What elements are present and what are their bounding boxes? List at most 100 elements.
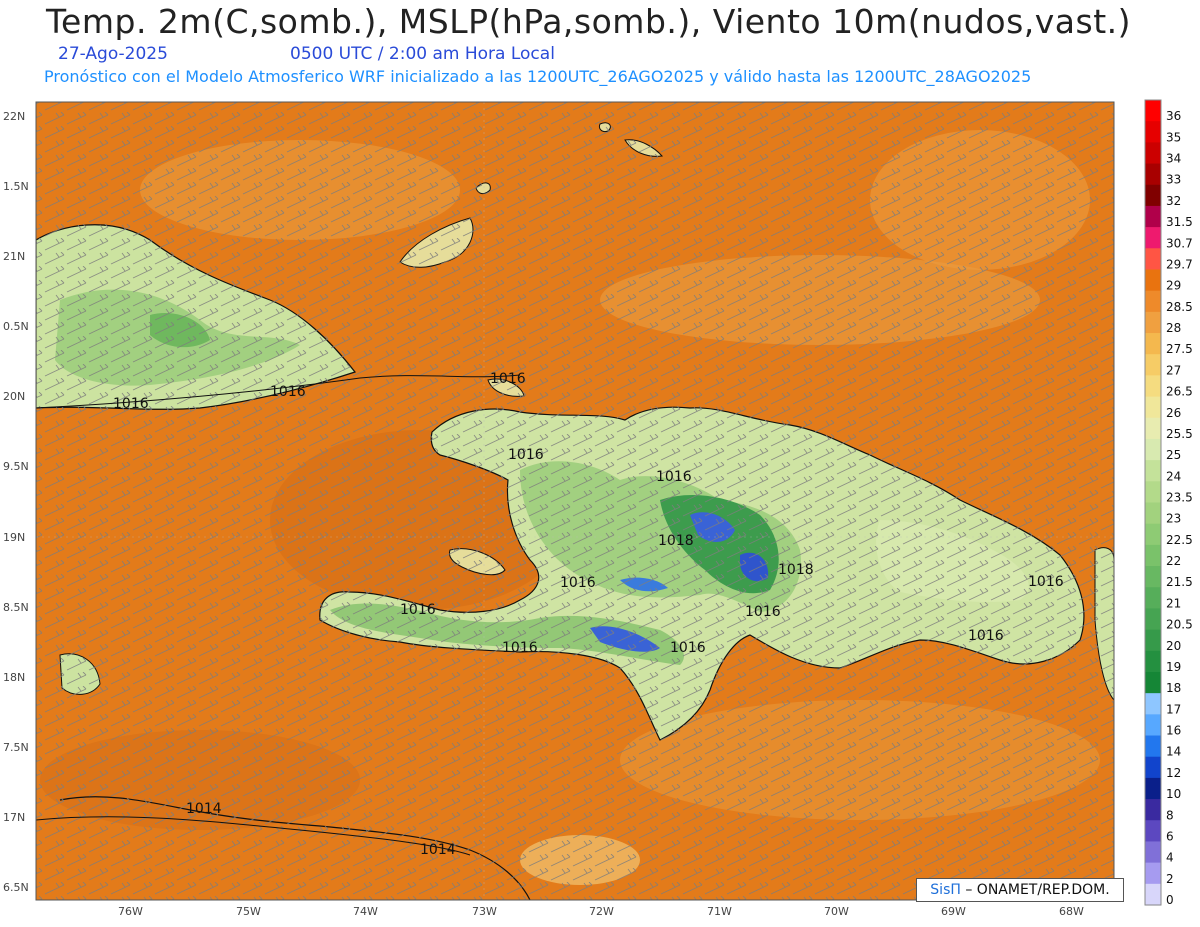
colorbar-label: 14 <box>1166 745 1181 759</box>
colorbar-label: 24 <box>1166 469 1181 483</box>
isobar-label: 1018 <box>658 533 694 549</box>
colorbar-swatch <box>1145 354 1161 376</box>
isobar-label: 1014 <box>420 842 456 858</box>
colorbar-swatch <box>1145 735 1161 758</box>
colorbar-label: 23.5 <box>1166 491 1193 505</box>
colorbar-label: 23 <box>1166 512 1181 526</box>
y-tick-label: 9.5N <box>3 460 29 473</box>
colorbar-label: 21.5 <box>1166 575 1193 589</box>
colorbar-label: 29.7 <box>1166 257 1193 271</box>
forecast-time: 0500 UTC / 2:00 am Hora Local <box>290 44 555 64</box>
colorbar-label: 8 <box>1166 808 1174 822</box>
colorbar-swatch <box>1145 438 1161 461</box>
credit-box: SisΠ – ONAMET/REP.DOM. <box>916 878 1124 902</box>
colorbar-swatch <box>1145 714 1161 737</box>
y-axis: 22N 1.5N 21N 0.5N 20N 9.5N 19N 8.5N 18N … <box>3 110 29 894</box>
colorbar-label: 22.5 <box>1166 533 1193 547</box>
y-tick-label: 19N <box>3 531 25 544</box>
colorbar-swatch <box>1145 481 1161 504</box>
isobar-label: 1014 <box>186 801 222 817</box>
colorbar-label: 29 <box>1166 279 1181 293</box>
colorbar-swatch <box>1145 523 1161 546</box>
isobar-label: 1016 <box>502 640 538 656</box>
colorbar-label: 4 <box>1166 851 1174 865</box>
colorbar-swatch <box>1145 227 1161 249</box>
y-tick-label: 0.5N <box>3 320 29 333</box>
colorbar-label: 18 <box>1166 681 1181 695</box>
isobar-label: 1016 <box>490 371 526 387</box>
colorbar-swatch <box>1145 862 1161 885</box>
colorbar-swatch <box>1145 142 1161 165</box>
colorbar-label: 25 <box>1166 448 1181 462</box>
y-tick-label: 18N <box>3 671 25 684</box>
forecast-date: 27-Ago-2025 <box>58 44 168 64</box>
colorbar-label: 25.5 <box>1166 427 1193 441</box>
colorbar-label: 30.7 <box>1166 236 1193 250</box>
colorbar-swatch <box>1145 587 1161 610</box>
colorbar-swatch <box>1145 799 1161 821</box>
colorbar-label: 32 <box>1166 194 1181 208</box>
colorbar-swatch <box>1145 566 1161 588</box>
x-tick-label: 71W <box>707 905 732 918</box>
colorbar-swatch <box>1145 841 1161 864</box>
x-tick-label: 73W <box>472 905 497 918</box>
y-tick-label: 21N <box>3 250 25 263</box>
y-tick-label: 1.5N <box>3 180 29 193</box>
colorbar-swatch <box>1145 333 1161 355</box>
forecast-map: 1016 1016 1016 1016 1016 1018 1016 1018 … <box>3 99 1193 918</box>
colorbar-swatch <box>1145 756 1161 779</box>
model-info: Pronóstico con el Modelo Atmosferico WRF… <box>44 67 1032 86</box>
x-tick-label: 69W <box>941 905 966 918</box>
colorbar-label: 21 <box>1166 596 1181 610</box>
isobar-label: 1016 <box>968 628 1004 644</box>
colorbar-label: 31.5 <box>1166 215 1193 229</box>
isobar-label: 1016 <box>656 469 692 485</box>
colorbar-swatch <box>1145 883 1161 906</box>
y-tick-label: 20N <box>3 390 25 403</box>
colorbar-swatch <box>1145 121 1161 143</box>
y-tick-label: 6.5N <box>3 881 29 894</box>
colorbar-swatch <box>1145 693 1161 715</box>
colorbar-label: 35 <box>1166 130 1181 144</box>
colorbar-swatch <box>1145 290 1161 313</box>
colorbar-label: 27.5 <box>1166 342 1193 356</box>
isobar-label: 1016 <box>1028 574 1064 590</box>
colorbar-label: 27 <box>1166 363 1181 377</box>
map-title: Temp. 2m(C,somb.), MSLP(hPa,somb.), Vien… <box>46 2 1132 41</box>
colorbar-label: 33 <box>1166 173 1181 187</box>
colorbar-label: 34 <box>1166 152 1181 166</box>
colorbar-swatch <box>1145 629 1161 652</box>
colorbar-swatch <box>1145 184 1161 207</box>
colorbar-label: 19 <box>1166 660 1181 674</box>
isobar-label: 1016 <box>670 640 706 656</box>
colorbar-label: 0 <box>1166 893 1174 907</box>
colorbar-swatch <box>1145 671 1161 694</box>
isobar-label: 1016 <box>113 396 149 412</box>
isobar-label: 1016 <box>560 575 596 591</box>
colorbar-label: 12 <box>1166 766 1181 780</box>
isobar-label: 1018 <box>778 562 814 578</box>
isobar-label: 1016 <box>745 604 781 620</box>
isobar-label: 1016 <box>508 447 544 463</box>
x-axis: 76W 75W 74W 73W 72W 71W 70W 69W 68W <box>118 905 1084 918</box>
colorbar-swatch <box>1145 502 1161 525</box>
colorbar-swatch <box>1145 375 1161 398</box>
x-tick-label: 72W <box>589 905 614 918</box>
colorbar-swatch <box>1145 248 1161 271</box>
colorbar-label: 26.5 <box>1166 385 1193 399</box>
colorbar-label: 16 <box>1166 724 1181 738</box>
colorbar-swatch <box>1145 777 1161 800</box>
colorbar-swatch <box>1145 460 1161 482</box>
y-tick-label: 7.5N <box>3 741 29 754</box>
colorbar-label: 17 <box>1166 702 1181 716</box>
colorbar-swatch <box>1145 311 1161 334</box>
x-tick-label: 68W <box>1059 905 1084 918</box>
colorbar-label: 20 <box>1166 639 1181 653</box>
colorbar-swatch <box>1145 650 1161 673</box>
colorbar-label: 20.5 <box>1166 618 1193 632</box>
colorbar-label: 10 <box>1166 787 1181 801</box>
colorbar-swatch <box>1145 608 1161 631</box>
colorbar-label: 26 <box>1166 406 1181 420</box>
y-tick-label: 22N <box>3 110 25 123</box>
colorbar-label: 28 <box>1166 321 1181 335</box>
